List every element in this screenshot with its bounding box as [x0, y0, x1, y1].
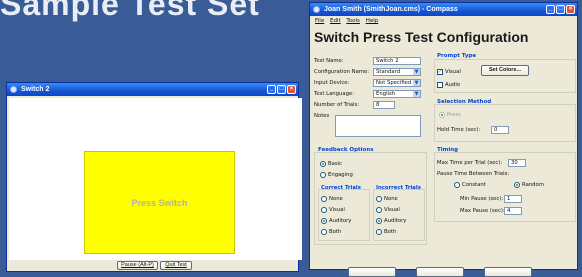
incorrect-none-radio[interactable] [376, 196, 382, 202]
test-name-label: Test Name: [314, 58, 344, 64]
maximize-icon[interactable]: □ [277, 85, 286, 94]
maximize-icon[interactable]: □ [556, 5, 565, 14]
hold-time-label: Hold Time (sec): [437, 127, 481, 133]
close-icon[interactable]: × [287, 85, 296, 94]
hold-time-field[interactable]: 0 [491, 126, 509, 134]
audio-label: Audio [445, 82, 461, 88]
engaging-label: Engaging [328, 172, 353, 178]
bottom-button-middle[interactable] [416, 267, 464, 277]
press-switch-target[interactable]: Press Switch [84, 151, 235, 254]
chevron-down-icon[interactable]: ▼ [413, 69, 420, 75]
minimize-icon[interactable]: _ [546, 5, 555, 14]
random-label: Random [522, 182, 544, 188]
selection-method-title: Selection Method [437, 99, 492, 105]
visual-label: Visual [445, 69, 461, 75]
config-window: Joan Smith (SmithJoan.cms) - Compass _ □… [309, 2, 578, 277]
correct-auditory-label: Auditory [329, 218, 352, 224]
slide-heading: Sample Test Set [0, 0, 260, 22]
min-pause-field[interactable]: 1 [504, 195, 522, 203]
incorrect-none-label: None [384, 196, 398, 202]
minimize-icon[interactable]: _ [267, 85, 276, 94]
basic-radio[interactable] [320, 161, 326, 167]
incorrect-visual-radio[interactable] [376, 207, 382, 213]
incorrect-both-radio[interactable] [376, 229, 382, 235]
pause-button[interactable]: Pause (Alt-P) [117, 261, 158, 270]
test-name-field[interactable]: Switch 2 [373, 57, 421, 65]
correct-none-radio[interactable] [321, 196, 327, 202]
config-name-value: Standard [376, 69, 401, 75]
notes-textarea[interactable] [335, 115, 421, 137]
random-radio[interactable] [514, 182, 520, 188]
config-name-label: Configuration Name: [314, 69, 370, 75]
menu-help[interactable]: Help [366, 18, 379, 24]
chevron-down-icon[interactable]: ▼ [413, 80, 420, 86]
prompt-type-title: Prompt Type [437, 53, 477, 59]
correct-visual-radio[interactable] [321, 207, 327, 213]
correct-trials-title: Correct Trials [321, 185, 361, 191]
constant-label: Constant [462, 182, 486, 188]
engaging-radio[interactable] [320, 172, 326, 178]
correct-none-label: None [329, 196, 343, 202]
correct-both-radio[interactable] [321, 229, 327, 235]
config-window-title: Joan Smith (SmithJoan.cms) - Compass [324, 6, 458, 13]
notes-label: Notes [314, 113, 330, 119]
audio-checkbox[interactable] [437, 82, 443, 88]
switch-window-title: Switch 2 [21, 86, 50, 93]
input-device-select[interactable]: Not Specified ▼ [373, 79, 421, 87]
max-pause-label: Max Pause (sec): [460, 208, 505, 214]
bottom-button-right[interactable] [484, 267, 532, 277]
app-icon [10, 86, 17, 93]
min-pause-label: Min Pause (sec): [460, 196, 504, 202]
config-name-select[interactable]: Standard ▼ [373, 68, 421, 76]
pause-between-label: Pause Time Between Trials: [437, 171, 510, 177]
incorrect-auditory-label: Auditory [384, 218, 407, 224]
quit-test-button[interactable]: Quit Test [160, 261, 192, 270]
max-time-field[interactable]: 30 [508, 159, 526, 167]
num-trials-field[interactable]: 8 [373, 101, 395, 109]
bottom-button-left[interactable] [348, 267, 396, 277]
max-time-label: Max Time per Trial (sec): [437, 160, 503, 166]
menu-file[interactable]: File [315, 18, 324, 24]
menu-bar: File Edit Tools Help [311, 17, 576, 26]
constant-radio[interactable] [454, 182, 460, 188]
correct-auditory-radio[interactable] [321, 218, 327, 224]
menu-edit[interactable]: Edit [330, 18, 341, 24]
feedback-options-title: Feedback Options [318, 147, 374, 153]
num-trials-label: Number of Trials: [314, 102, 360, 108]
test-language-value: English [376, 91, 396, 97]
set-colors-button[interactable]: Set Colors... [481, 65, 529, 76]
chevron-down-icon[interactable]: ▼ [413, 91, 420, 97]
correct-visual-label: Visual [329, 207, 345, 213]
input-device-value: Not Specified [376, 80, 412, 86]
incorrect-both-label: Both [384, 229, 397, 235]
test-language-select[interactable]: English ▼ [373, 90, 421, 98]
close-icon[interactable]: × [566, 5, 575, 14]
incorrect-visual-label: Visual [384, 207, 400, 213]
incorrect-trials-title: Incorrect Trials [376, 185, 421, 191]
test-language-label: Test Language: [314, 91, 355, 97]
compass-app-icon [313, 6, 320, 13]
press-label: Press [447, 112, 461, 118]
timing-title: Timing [437, 147, 459, 153]
page-title: Switch Press Test Configuration [314, 29, 529, 45]
incorrect-auditory-radio[interactable] [376, 218, 382, 224]
input-device-label: Input Device: [314, 80, 350, 86]
max-pause-field[interactable]: 4 [504, 207, 522, 215]
visual-checkbox[interactable]: ✓ [437, 69, 443, 75]
config-window-titlebar[interactable]: Joan Smith (SmithJoan.cms) - Compass _ □… [310, 3, 577, 16]
press-radio[interactable] [439, 112, 445, 118]
basic-label: Basic [328, 161, 343, 167]
switch-window-titlebar[interactable]: Switch 2 _ □ × [7, 83, 298, 96]
correct-both-label: Both [329, 229, 342, 235]
menu-tools[interactable]: Tools [346, 18, 360, 24]
selection-method-group [434, 104, 576, 142]
